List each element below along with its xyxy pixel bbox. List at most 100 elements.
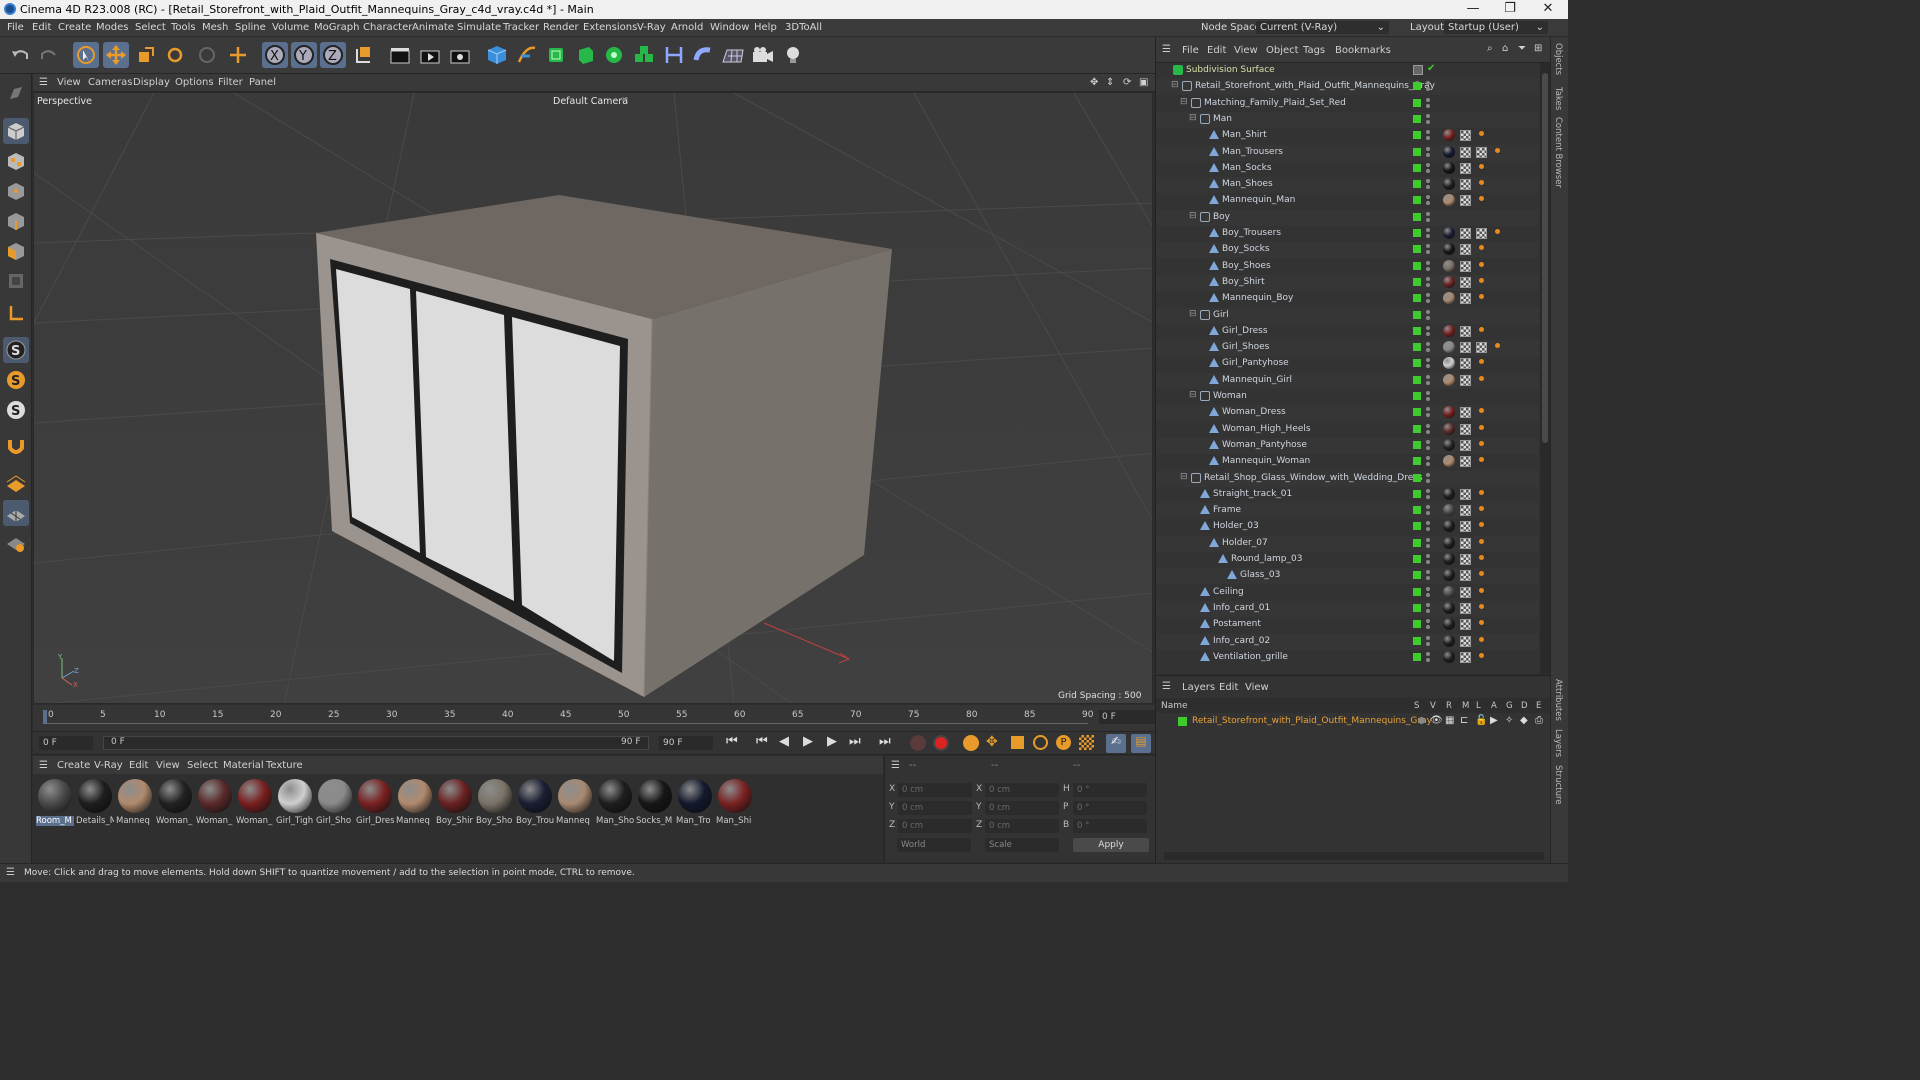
editor-visibility-icon[interactable]	[1426, 472, 1430, 477]
pos-y-field[interactable]: 0 cm	[898, 801, 972, 815]
soft-selection-button[interactable]: S	[3, 397, 29, 423]
object-name[interactable]: Postament	[1213, 619, 1261, 629]
material-swatch[interactable]: Manneq	[396, 779, 434, 831]
layer-color-icon[interactable]	[1413, 652, 1421, 661]
object-row[interactable]: Boy_Shirt	[1156, 274, 1539, 291]
coordinate-system-button[interactable]	[351, 42, 377, 68]
object-name[interactable]: Girl	[1213, 310, 1229, 320]
scale-key-icon[interactable]	[1011, 736, 1024, 749]
y-axis-lock-button[interactable]: Y	[291, 42, 317, 68]
layer-color-icon[interactable]	[1413, 506, 1421, 515]
z-axis-lock-button[interactable]: Z	[320, 42, 346, 68]
uvw-tag-icon[interactable]	[1460, 162, 1471, 174]
menu-help[interactable]: Help	[754, 22, 777, 33]
object-row[interactable]: Mannequin_Woman	[1156, 454, 1539, 470]
layer-color-icon[interactable]	[1413, 180, 1421, 189]
render-visibility-icon[interactable]	[1426, 657, 1430, 662]
editor-visibility-icon[interactable]	[1426, 570, 1430, 575]
layer-color-icon[interactable]	[1413, 603, 1421, 612]
material-tag-icon[interactable]	[1443, 422, 1455, 435]
menu-arnold[interactable]: Arnold	[671, 22, 703, 33]
tab-objects[interactable]: Objects	[1553, 43, 1563, 75]
uvw-tag-icon[interactable]	[1460, 537, 1471, 549]
render-visibility-icon[interactable]	[1426, 592, 1430, 597]
material-swatch[interactable]: Boy_Sho	[476, 779, 514, 831]
phong-tag-icon[interactable]	[1495, 147, 1500, 153]
editor-visibility-icon[interactable]	[1426, 374, 1430, 379]
model-mode-button[interactable]	[3, 118, 29, 144]
editor-visibility-icon[interactable]	[1426, 456, 1430, 461]
object-row[interactable]: Woman_Pantyhose	[1156, 437, 1539, 454]
layer-color-icon[interactable]	[1413, 163, 1421, 172]
layer-color-icon[interactable]	[1413, 245, 1421, 254]
material-tag-icon[interactable]	[1443, 259, 1455, 272]
object-row[interactable]: ⊟ Girl	[1156, 307, 1539, 324]
object-row[interactable]: ⊟ Retail_Shop_Glass_Window_with_Wedding_D…	[1156, 470, 1539, 487]
object-menu-file[interactable]: File	[1182, 45, 1199, 56]
editor-visibility-icon[interactable]	[1426, 521, 1430, 526]
editor-visibility-icon[interactable]	[1426, 195, 1430, 200]
phong-tag-icon[interactable]	[1479, 555, 1484, 560]
object-name[interactable]: Man_Trousers	[1222, 147, 1283, 157]
subdivision-surface-button[interactable]	[543, 42, 569, 68]
object-row[interactable]: ⊟ Man	[1156, 111, 1539, 128]
render-visibility-icon[interactable]	[1426, 462, 1430, 467]
object-name[interactable]: Woman_Pantyhose	[1222, 440, 1307, 450]
object-name[interactable]: Frame	[1213, 505, 1241, 515]
object-name[interactable]: Ventilation_grille	[1213, 652, 1288, 662]
snap-button[interactable]: S	[3, 337, 29, 363]
layer-deformer-icon[interactable]: ◆	[1520, 715, 1528, 726]
phong-tag-icon[interactable]	[1479, 326, 1484, 332]
render-visibility-icon[interactable]	[1426, 478, 1430, 483]
material-menu-edit[interactable]: Edit	[129, 760, 148, 771]
layer-color-icon[interactable]	[1413, 571, 1421, 580]
layer-color-icon[interactable]	[1413, 277, 1421, 286]
editor-visibility-icon[interactable]	[1426, 97, 1430, 102]
render-visibility-icon[interactable]	[1426, 380, 1430, 385]
layer-solo-icon[interactable]	[1418, 717, 1425, 724]
material-tag-icon[interactable]	[1443, 536, 1455, 549]
editor-visibility-icon[interactable]	[1426, 211, 1430, 216]
object-name[interactable]: Mannequin_Girl	[1222, 375, 1292, 385]
object-menu-tags[interactable]: Tags	[1303, 45, 1325, 56]
render-visibility-icon[interactable]	[1426, 201, 1430, 206]
axis-mode-button[interactable]	[3, 300, 29, 326]
expand-toggle-icon[interactable]: ⊟	[1180, 97, 1188, 107]
tab-content-browser[interactable]: Content Browser	[1553, 117, 1563, 188]
expand-toggle-icon[interactable]: ⊟	[1189, 309, 1197, 319]
uvw-tag-icon[interactable]	[1460, 358, 1471, 370]
select-tool-button[interactable]	[73, 42, 99, 68]
object-name[interactable]: Straight_track_01	[1213, 489, 1292, 499]
object-name[interactable]: Man	[1213, 114, 1232, 124]
editor-visibility-icon[interactable]	[1426, 162, 1430, 167]
material-tag-icon[interactable]	[1443, 275, 1455, 288]
menu-create[interactable]: Create	[58, 22, 91, 33]
new-view-icon[interactable]: ⊞	[1534, 43, 1542, 54]
layer-color-swatch[interactable]	[1178, 717, 1187, 726]
cube-button[interactable]	[484, 42, 510, 68]
uvw-tag-icon[interactable]	[1460, 342, 1471, 354]
layer-color-icon[interactable]	[1413, 620, 1421, 629]
render-visibility-icon[interactable]	[1426, 331, 1430, 336]
editor-visibility-icon[interactable]	[1426, 293, 1430, 298]
layers-menu-edit[interactable]: Edit	[1219, 682, 1238, 693]
scale-tool-button[interactable]	[133, 42, 159, 68]
editor-visibility-icon[interactable]	[1426, 179, 1430, 184]
menu-mograph[interactable]: MoGraph	[314, 22, 359, 33]
layer-color-icon[interactable]	[1413, 114, 1421, 123]
editor-visibility-icon[interactable]	[1426, 276, 1430, 281]
object-name[interactable]: Mannequin_Boy	[1222, 293, 1293, 303]
layer-color-icon[interactable]	[1413, 522, 1421, 531]
material-tag-icon[interactable]	[1443, 324, 1455, 337]
object-name[interactable]: Man_Shoes	[1222, 179, 1273, 189]
object-name[interactable]: Girl_Pantyhose	[1222, 358, 1289, 368]
uvw-tag-icon[interactable]	[1460, 505, 1471, 517]
object-row[interactable]: Girl_Dress	[1156, 324, 1539, 340]
layer-color-icon[interactable]	[1413, 310, 1421, 319]
object-name[interactable]: Woman_High_Heels	[1222, 424, 1311, 434]
menu-select[interactable]: Select	[135, 22, 166, 33]
phong-tag-icon[interactable]	[1479, 163, 1484, 169]
dolly-view-icon[interactable]: ⇕	[1106, 77, 1114, 88]
render-visibility-icon[interactable]	[1426, 527, 1430, 532]
editor-visibility-icon[interactable]	[1426, 130, 1430, 135]
